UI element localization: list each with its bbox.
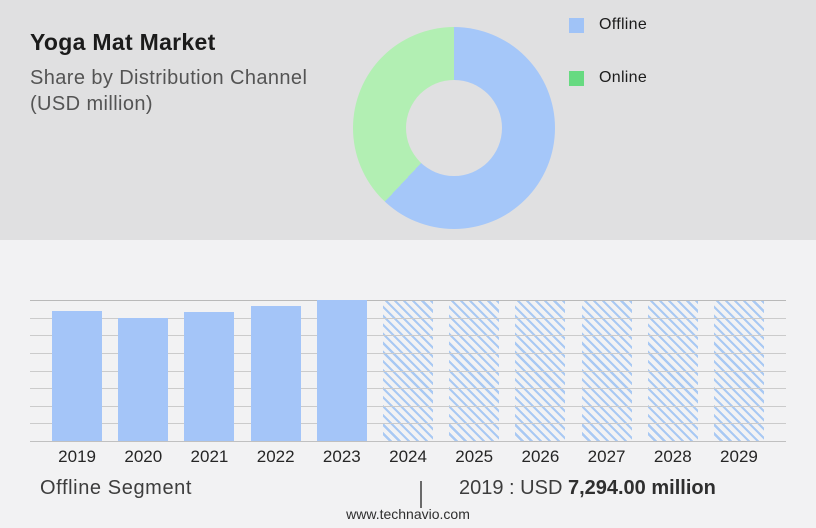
x-tick-2024: 2024 (389, 447, 427, 466)
x-labels: 2019 2020 2021 2022 2023 2024 2025 2026 2027 2028… (30, 447, 786, 467)
x-tick-2023: 2023 (322, 447, 361, 466)
x-axis-line (30, 441, 786, 442)
bar-slot-2026 (507, 300, 573, 441)
footer-divider (420, 481, 422, 508)
bar-2026-forecast (515, 300, 566, 441)
bar-2025-forecast (449, 300, 500, 441)
legend-label-online: Online (599, 69, 648, 86)
segment-stat-value: 7,294.00 million (567, 477, 716, 499)
x-tick-2020: 2020 (124, 447, 163, 466)
segment-stat-prefix: 2019 : USD (459, 477, 563, 499)
bar-2020 (118, 318, 169, 441)
legend-swatch-offline (569, 17, 584, 33)
legend-label-offline: Offline (599, 16, 648, 33)
header-section: Yoga Mat Market Share by Distribution Ch… (0, 0, 816, 240)
bar-slot-2019 (44, 300, 110, 441)
x-tick-2027: 2027 (587, 447, 626, 466)
bar-slot-2025 (441, 300, 507, 441)
bar-slot-2022 (243, 300, 309, 441)
bar-slot-2021 (176, 300, 242, 441)
title-block: Yoga Mat Market Share by Distribution Ch… (30, 29, 307, 117)
bar-slot-2024 (375, 300, 441, 441)
bars (30, 300, 786, 441)
bar-slot-2020 (110, 300, 176, 441)
bar-slot-2023 (309, 300, 375, 441)
x-tick-2029: 2029 (720, 447, 758, 466)
legend-item-online: Online (569, 69, 647, 87)
infographic-root: Yoga Mat Market Share by Distribution Ch… (0, 0, 816, 528)
bar-slot-2028 (640, 300, 706, 441)
bar-2024-forecast (383, 300, 434, 441)
bar-2027-forecast (581, 300, 632, 441)
x-tick-2028: 2028 (653, 447, 692, 466)
page-subtitle-line2: (USD million) (30, 93, 153, 115)
x-tick-2019: 2019 (58, 447, 96, 466)
x-tick-2026: 2026 (521, 447, 560, 466)
segment-label: Offline Segment (40, 477, 193, 499)
bar-2029-forecast (713, 300, 764, 441)
legend-item-offline: Offline (569, 16, 647, 34)
donut-chart (353, 27, 555, 229)
bar-slot-2027 (574, 300, 640, 441)
bar-2023 (316, 300, 367, 441)
bar-2019 (52, 311, 103, 441)
bar-2021 (184, 312, 235, 441)
legend: Offline Online (569, 16, 647, 87)
donut-hole (406, 80, 502, 176)
x-tick-2021: 2021 (190, 447, 229, 466)
bar-chart-section: 2019 2020 2021 2022 2023 2024 2025 2026 2027 2028… (0, 240, 816, 528)
segment-stat: 2019 : USD 7,294.00 million (459, 477, 716, 500)
website-url: www.technavio.com (346, 506, 470, 522)
page-subtitle-line1: Share by Distribution Channel (30, 67, 308, 89)
page-title: Yoga Mat Market (30, 29, 216, 55)
bar-slot-2029 (706, 300, 772, 441)
legend-swatch-online (569, 70, 584, 86)
bar-2028-forecast (647, 300, 698, 441)
x-tick-2022: 2022 (256, 447, 295, 466)
bar-chart (30, 300, 786, 442)
bar-2022 (250, 306, 301, 441)
x-tick-2025: 2025 (455, 447, 494, 466)
